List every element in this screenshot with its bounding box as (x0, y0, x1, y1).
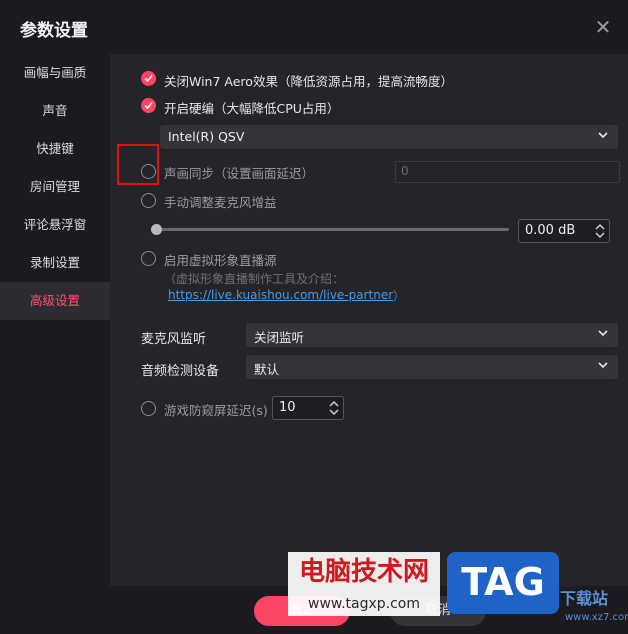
chevron-down-icon (598, 362, 608, 369)
anti-peek-spinbox[interactable]: 10 (272, 396, 344, 420)
anti-peek-radio[interactable] (141, 401, 156, 416)
watermark-badge: TAG (447, 552, 559, 614)
encoder-select[interactable]: Intel(R) QSV (160, 125, 618, 149)
av-sync-delay-input[interactable]: 0 (395, 161, 620, 183)
spin-arrows-icon[interactable] (593, 221, 607, 241)
sidebar-item-comment-overlay[interactable]: 评论悬浮窗 (0, 206, 110, 244)
sidebar-item-picture-quality[interactable]: 画幅与画质 (0, 54, 110, 92)
mic-gain-label: 手动调整麦克风增益 (164, 195, 277, 210)
checkmark-icon (144, 74, 153, 83)
title-bar: 参数设置 ✕ (0, 0, 628, 54)
sidebar-item-recording[interactable]: 录制设置 (0, 244, 110, 282)
mic-monitor-value: 关闭监听 (254, 330, 305, 345)
chevron-down-icon (598, 132, 608, 139)
av-sync-label: 声画同步（设置画面延迟） (164, 166, 315, 181)
aero-checkbox[interactable] (141, 71, 156, 86)
virtual-avatar-hint: （虚拟形象直播制作工具及介绍： (164, 272, 345, 286)
sidebar-item-sound[interactable]: 声音 (0, 92, 110, 130)
sidebar-item-room-management[interactable]: 房间管理 (0, 168, 110, 206)
virtual-avatar-radio[interactable] (141, 251, 156, 266)
audio-device-label: 音频检测设备 (141, 364, 220, 379)
audio-device-select[interactable]: 默认 (246, 355, 618, 379)
highlight-box (117, 144, 159, 185)
spin-arrows-icon[interactable] (327, 398, 341, 418)
mic-gain-spinbox[interactable]: 0.00 dB (518, 219, 610, 243)
sidebar-item-advanced[interactable]: 高级设置 (0, 282, 110, 320)
watermark-side-text: 下载站 (560, 589, 609, 608)
dialog-title: 参数设置 (20, 21, 88, 41)
mic-gain-radio[interactable] (141, 193, 156, 208)
live-partner-link[interactable]: https://live.kuaishou.com/live-partner (168, 288, 393, 302)
watermark-side-url: www.xz7.com (565, 612, 628, 623)
anti-peek-value: 10 (279, 400, 296, 415)
mic-gain-slider-handle[interactable] (151, 224, 162, 235)
encoder-select-value: Intel(R) QSV (168, 129, 245, 144)
mic-monitor-label: 麦克风监听 (141, 332, 207, 347)
hw-encode-label: 开启硬编（大幅降低CPU占用） (164, 101, 340, 116)
close-icon[interactable]: ✕ (590, 14, 616, 40)
checkmark-icon (144, 101, 153, 110)
virtual-avatar-hint-end: ） (393, 289, 406, 303)
aero-label: 关闭Win7 Aero效果（降低资源占用，提高流畅度） (164, 74, 453, 89)
virtual-avatar-label: 启用虚拟形象直播源 (164, 253, 277, 268)
mic-gain-value: 0.00 dB (525, 223, 576, 238)
watermark-badge-text: TAG (461, 560, 545, 604)
mic-gain-slider-track[interactable] (155, 228, 509, 231)
audio-device-value: 默认 (254, 362, 280, 377)
sidebar: 画幅与画质 声音 快捷键 房间管理 评论悬浮窗 录制设置 高级设置 (0, 54, 110, 634)
watermark-text: 电脑技术网 (288, 552, 440, 592)
av-sync-delay-value: 0 (401, 164, 409, 178)
chevron-down-icon (598, 330, 608, 337)
anti-peek-label: 游戏防窥屏延迟(s) (164, 403, 268, 418)
hw-encode-checkbox[interactable] (141, 98, 156, 113)
watermark-url: www.tagxp.com (288, 592, 440, 616)
mic-monitor-select[interactable]: 关闭监听 (246, 323, 618, 347)
sidebar-item-shortcuts[interactable]: 快捷键 (0, 130, 110, 168)
